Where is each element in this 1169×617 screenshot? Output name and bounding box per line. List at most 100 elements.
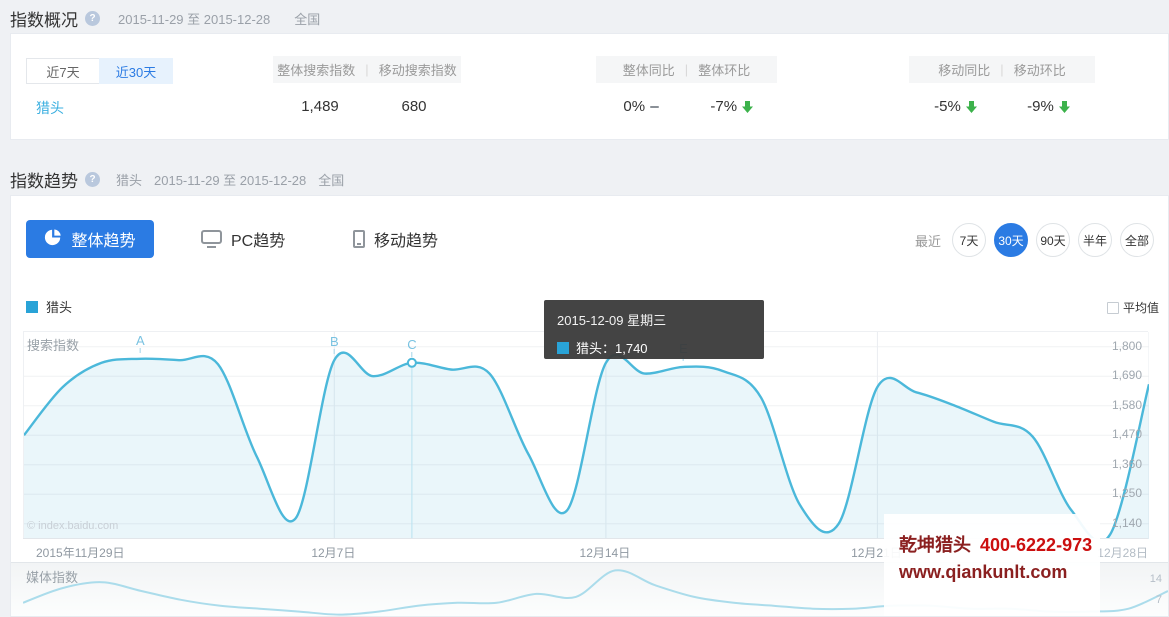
overview-region: 全国 (294, 12, 321, 27)
y-axis-label: 1,580 (1111, 397, 1142, 412)
event-marker-C[interactable]: C (407, 336, 417, 357)
range-pill-4[interactable]: 全部 (1120, 223, 1154, 257)
legend-keyword: 猎头 (46, 300, 73, 315)
trend-date-range: 2015-11-29 至 2015-12-28 (154, 173, 307, 188)
header-separator: | (365, 62, 369, 77)
y-axis-label: 1,800 (1111, 338, 1142, 353)
event-marker-tick (139, 347, 141, 353)
stat-value-text: -5% (934, 98, 961, 115)
stat-value: -7% (687, 98, 778, 115)
stat-value: -9% (1002, 98, 1095, 115)
pie-chart-icon (44, 228, 62, 251)
keyword-link[interactable]: 猎头 (36, 98, 64, 118)
tab-last-30-days[interactable]: 近30天 (99, 58, 173, 84)
down-arrow-icon (1058, 100, 1070, 113)
media-y-axis-label: 7 (1155, 593, 1162, 606)
down-arrow-icon (742, 100, 754, 113)
stat-metric-label[interactable]: 整体环比 (698, 60, 750, 79)
search-index-chart: 搜索指数 © index.baidu.com 1,800 1,690 1,580 1,… (23, 331, 1149, 539)
event-marker-B[interactable]: B (330, 334, 339, 355)
header-separator: | (1000, 62, 1004, 77)
stat-group-overall-compare: 整体同比 | 整体环比 0% -7% (596, 56, 777, 115)
tab-overall-trend[interactable]: 整体趋势 (26, 220, 154, 258)
stat-value-text: 1,489 (301, 98, 339, 115)
stat-value-text: -7% (710, 98, 738, 115)
chart-legend[interactable]: 猎头 (26, 297, 72, 316)
tooltip-date: 2015-12-09 星期三 (557, 313, 667, 328)
checkbox-icon[interactable] (1107, 301, 1119, 314)
stat-group-values: 0% -7% (596, 98, 777, 115)
range-pill-2[interactable]: 90天 (1036, 223, 1070, 257)
period-tab-group: 近7天 近30天 (26, 58, 173, 84)
legend-swatch (26, 300, 38, 313)
average-value-label: 平均值 (1123, 301, 1160, 315)
stat-group-values: -5% -9% (909, 98, 1095, 115)
x-axis-label: 2015年11月29日 (36, 546, 125, 560)
event-marker-letter: B (330, 334, 339, 350)
tooltip-entry: 猎头：1,740 (576, 341, 648, 356)
stat-metric-label[interactable]: 移动搜索指数 (379, 60, 457, 79)
chart-tooltip: 2015-12-09 星期三 猎头：1,740 (544, 300, 764, 359)
tab-last-7-days[interactable]: 近7天 (26, 58, 100, 84)
x-axis-label: 12月7日 (311, 546, 356, 560)
media-index-axis-title: 媒体指数 (26, 570, 79, 585)
stat-metric-label[interactable]: 整体同比 (623, 60, 675, 79)
ad-website: www.qiankunlt.com (899, 562, 1068, 582)
event-marker-letter: A (136, 332, 145, 348)
y-axis-label: 1,360 (1111, 456, 1142, 471)
baidu-watermark: © index.baidu.com (27, 520, 119, 532)
trend-card: 整体趋势 PC趋势 移动趋势 最近 7天 30天 90天 半年 全部 猎头 平均值 搜索… (10, 195, 1169, 617)
average-value-checkbox[interactable]: 平均值 (1107, 299, 1159, 316)
tab-overall-trend-label: 整体趋势 (71, 233, 136, 250)
trend-title: 指数趋势 (10, 172, 78, 191)
time-range-label: 最近 (914, 233, 941, 249)
y-axis-label: 1,250 (1111, 486, 1142, 501)
event-marker-letter: C (407, 336, 417, 352)
overview-date-range: 2015-11-29 至 2015-12-28 (118, 12, 271, 27)
help-icon[interactable] (85, 172, 100, 187)
stat-group-header: 移动同比 | 移动环比 (909, 56, 1095, 83)
search-index-axis-title: 搜索指数 (27, 338, 80, 353)
stat-group-values: 1,489 680 (273, 98, 461, 115)
range-pill-0[interactable]: 7天 (952, 223, 986, 257)
tab-mobile-trend[interactable]: 移动趋势 (353, 227, 438, 251)
stat-value-text: 680 (401, 98, 427, 115)
media-y-axis-label: 14 (1149, 573, 1162, 586)
tooltip-series-swatch (557, 341, 569, 354)
search-index-plot (24, 332, 1149, 539)
overview-header: 指数概况 2015-11-29 至 2015-12-28 全国 (10, 6, 320, 31)
ad-company-name: 乾坤猎头 (899, 535, 971, 555)
help-icon[interactable] (85, 11, 100, 26)
time-range-group: 最近 7天 30天 90天 半年 全部 (915, 223, 1154, 257)
x-axis-label: 12月28日 (1097, 546, 1148, 560)
tab-pc-trend[interactable]: PC趋势 (201, 227, 285, 251)
stat-group-header: 整体搜索指数 | 移动搜索指数 (273, 56, 461, 83)
range-pill-1[interactable]: 30天 (994, 223, 1028, 257)
range-pill-3[interactable]: 半年 (1078, 223, 1112, 257)
ad-watermark-overlay: 乾坤猎头 400-6222-973 www.qiankunlt.com (884, 514, 1100, 616)
down-arrow-icon (965, 100, 977, 113)
event-marker-A[interactable]: A (136, 334, 145, 353)
stat-group-header: 整体同比 | 整体环比 (596, 56, 777, 83)
stat-metric-label[interactable]: 移动环比 (1014, 60, 1066, 79)
overview-card: 近7天 近30天 猎头 整体搜索指数 | 移动搜索指数 1,489 680 整体同比 | 整… (10, 33, 1169, 140)
stat-metric-label[interactable]: 整体搜索指数 (277, 60, 355, 79)
mobile-icon (353, 230, 365, 248)
ad-phone-number: 400-6222-973 (980, 535, 1093, 555)
tab-pc-trend-label: PC趋势 (231, 233, 286, 250)
stat-value: 0% (596, 98, 687, 115)
stat-value: -5% (909, 98, 1002, 115)
stat-value-text: 0% (623, 98, 646, 115)
trend-keyword: 猎头 (116, 173, 143, 188)
event-marker-tick (333, 349, 335, 355)
trend-region: 全国 (318, 173, 345, 188)
overview-title: 指数概况 (10, 11, 78, 30)
flat-dash-icon (650, 105, 660, 108)
x-axis-label: 12月14日 (579, 546, 631, 560)
stat-value: 680 (367, 98, 461, 115)
trend-header: 指数趋势 猎头 2015-11-29 至 2015-12-28 全国 (10, 167, 344, 192)
y-axis-label: 1,690 (1111, 368, 1142, 383)
event-marker-tick (411, 351, 413, 357)
stat-metric-label[interactable]: 移动同比 (938, 60, 990, 79)
header-separator: | (684, 62, 689, 77)
